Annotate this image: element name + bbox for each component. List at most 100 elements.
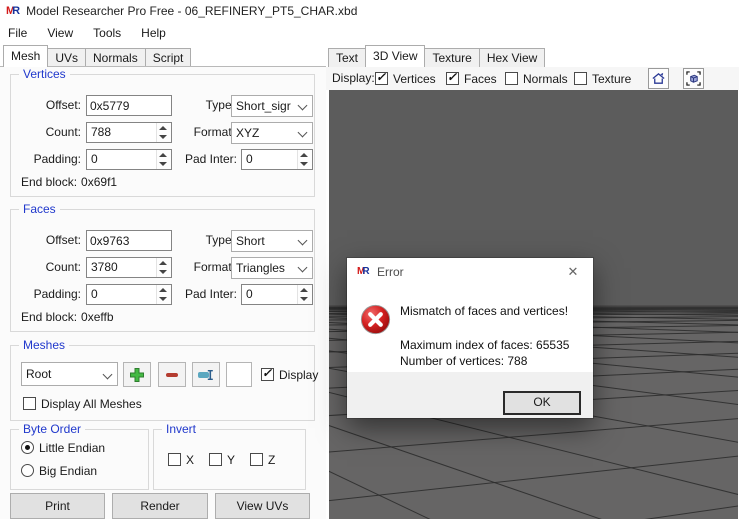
invert-z-label: Z	[268, 452, 276, 467]
tab-uvs[interactable]: UVs	[47, 48, 87, 67]
check-icon: ✓	[447, 70, 458, 84]
vertices-pad-inter-value: 0	[246, 152, 253, 166]
add-mesh-button[interactable]	[123, 362, 151, 387]
mesh-select-combo[interactable]: Root	[21, 362, 118, 386]
invert-z-checkbox[interactable]: ✓ Z	[250, 452, 275, 467]
rename-mesh-button[interactable]	[192, 362, 220, 387]
faces-type-combo[interactable]: Short	[231, 230, 313, 252]
faces-padding-label: Padding:	[33, 287, 81, 301]
vertices-pad-inter-stepper[interactable]: 0	[241, 149, 313, 170]
render-button[interactable]: Render	[112, 493, 208, 519]
vertices-count-label: Count:	[45, 125, 81, 139]
menu-help[interactable]: Help	[131, 22, 176, 44]
home-view-button[interactable]	[648, 68, 669, 89]
invert-y-label: Y	[227, 452, 236, 467]
checkbox-box: ✓	[261, 366, 274, 381]
spinner-up-icon	[159, 288, 167, 292]
display-all-meshes-label: Display All Meshes	[41, 396, 142, 411]
spinner-buttons[interactable]	[156, 285, 171, 304]
spinner-down-icon	[159, 297, 167, 301]
byte-order-caption: Byte Order	[19, 422, 86, 436]
vertices-format-value: XYZ	[236, 126, 260, 140]
faces-end-block: End block: 0xeffb	[21, 310, 114, 324]
display-texture-label: Texture	[592, 71, 632, 86]
error-detail-2: Number of vertices: 788	[400, 354, 528, 368]
tab-3d-view[interactable]: 3D View	[365, 45, 426, 67]
faces-padding-stepper[interactable]: 0	[86, 284, 172, 305]
vertices-count-value: 788	[91, 125, 112, 139]
faces-pad-inter-label: Pad Inter:	[184, 287, 237, 301]
display-normals-checkbox[interactable]: ✓ Normals	[505, 71, 568, 86]
vertices-group-caption: Vertices	[19, 67, 70, 81]
ok-button[interactable]: OK	[503, 391, 581, 415]
vertices-offset-input[interactable]	[86, 95, 172, 116]
checkbox-box: ✓	[505, 72, 518, 85]
vertices-row-2: Count: 788 Format: XYZ	[11, 122, 314, 144]
check-icon: ✓	[376, 70, 387, 84]
tab-texture[interactable]: Texture	[424, 48, 480, 67]
display-vertices-label: Vertices	[393, 71, 436, 86]
spinner-buttons[interactable]	[297, 150, 312, 169]
mesh-small-input[interactable]	[226, 362, 252, 387]
faces-format-combo[interactable]: Triangles	[231, 257, 313, 279]
checkbox-box: ✓	[375, 70, 388, 85]
chevron-down-icon	[297, 100, 308, 111]
vertices-type-combo[interactable]: Short_sigr	[231, 95, 313, 117]
spinner-buttons[interactable]	[156, 123, 171, 142]
tab-normals[interactable]: Normals	[85, 48, 146, 67]
display-faces-checkbox[interactable]: ✓ Faces	[446, 70, 497, 86]
vertices-format-combo[interactable]: XYZ	[231, 122, 313, 144]
rename-icon	[198, 369, 213, 380]
check-icon: ✓	[262, 366, 273, 380]
big-endian-label: Big Endian	[39, 463, 98, 478]
logo-letter-r: R	[362, 266, 369, 277]
vertices-padding-value: 0	[91, 152, 98, 166]
faces-offset-input[interactable]	[86, 230, 172, 251]
display-normals-label: Normals	[523, 71, 568, 86]
checkbox-box: ✓	[446, 70, 459, 85]
faces-pad-inter-stepper[interactable]: 0	[241, 284, 313, 305]
spinner-buttons[interactable]	[156, 258, 171, 277]
vertices-padding-stepper[interactable]: 0	[86, 149, 172, 170]
tab-hex-view[interactable]: Hex View	[478, 48, 546, 67]
tab-text[interactable]: Text	[328, 48, 367, 67]
menu-view[interactable]: View	[37, 22, 83, 44]
faces-end-block-label: End block:	[21, 310, 78, 324]
fit-view-button[interactable]	[683, 68, 704, 89]
invert-y-checkbox[interactable]: ✓ Y	[209, 452, 235, 467]
menu-file[interactable]: File	[0, 22, 37, 44]
error-dialog-title: Error	[377, 265, 404, 279]
mesh-display-checkbox[interactable]: ✓ Display	[261, 366, 318, 382]
spinner-buttons[interactable]	[156, 150, 171, 169]
menu-tools[interactable]: Tools	[83, 22, 131, 44]
view-uvs-button[interactable]: View UVs	[215, 493, 310, 519]
remove-mesh-button[interactable]	[158, 362, 186, 387]
big-endian-radio[interactable]: Big Endian	[21, 463, 97, 478]
vertices-format-label: Format:	[193, 125, 235, 139]
checkbox-box: ✓	[168, 453, 181, 466]
faces-offset-label: Offset:	[45, 233, 81, 247]
display-all-meshes-checkbox[interactable]: ✓ Display All Meshes	[23, 396, 142, 411]
plus-icon	[130, 367, 144, 382]
invert-group: Invert ✓ X ✓ Y ✓ Z	[153, 422, 306, 490]
tab-script[interactable]: Script	[144, 48, 192, 67]
vertices-end-block-label: End block:	[21, 175, 78, 189]
close-icon[interactable]: ✕	[559, 261, 587, 283]
mesh-panel: Mesh UVs Normals Script Vertices Offset:…	[0, 44, 326, 519]
tab-mesh[interactable]: Mesh	[3, 45, 49, 67]
window-titlebar: MR Model Researcher Pro Free - 06_REFINE…	[0, 0, 739, 22]
faces-group: Faces Offset: Type: Short Count: 3780	[10, 202, 315, 332]
checkbox-box: ✓	[23, 397, 36, 410]
spinner-buttons[interactable]	[297, 285, 312, 304]
chevron-down-icon	[297, 127, 308, 138]
faces-count-stepper[interactable]: 3780	[86, 257, 172, 278]
little-endian-radio[interactable]: Little Endian	[21, 440, 105, 455]
invert-x-checkbox[interactable]: ✓ X	[168, 452, 194, 467]
spinner-up-icon	[300, 153, 308, 157]
vertices-count-stepper[interactable]: 788	[86, 122, 172, 143]
vertices-row-3: Padding: 0 Pad Inter: 0	[11, 149, 314, 171]
print-button[interactable]: Print	[10, 493, 105, 519]
byte-order-group: Byte Order Little Endian Big Endian	[10, 422, 149, 490]
display-vertices-checkbox[interactable]: ✓ Vertices	[375, 70, 436, 86]
display-texture-checkbox[interactable]: ✓ Texture	[574, 71, 631, 86]
